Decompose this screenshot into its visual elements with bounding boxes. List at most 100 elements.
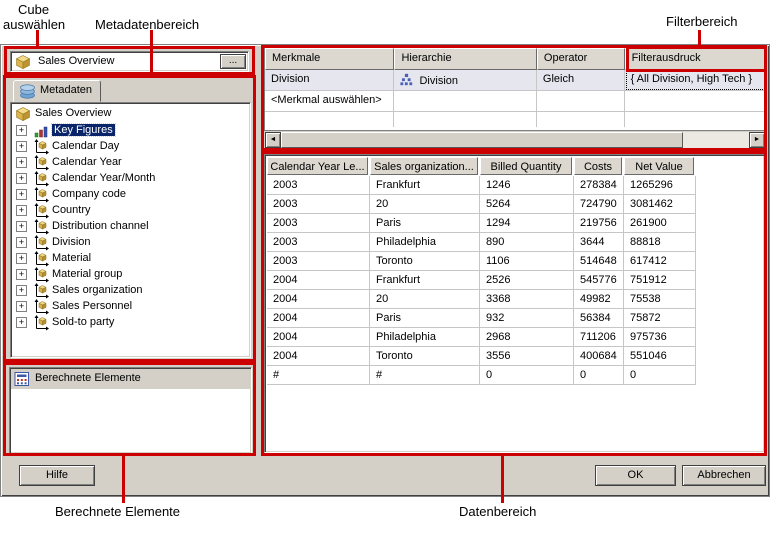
- tree-item-label: Sales Personnel: [52, 300, 132, 312]
- expand-icon[interactable]: +: [16, 269, 27, 280]
- callout-line-data: [501, 455, 504, 503]
- table-row[interactable]: ##000: [267, 366, 696, 385]
- cell: 278384: [574, 176, 624, 195]
- expand-icon[interactable]: +: [16, 189, 27, 200]
- cell: 20: [370, 195, 480, 214]
- expand-icon[interactable]: +: [16, 205, 27, 216]
- scrollbar-thumb[interactable]: [281, 132, 683, 148]
- cell: 1294: [480, 214, 574, 233]
- table-row[interactable]: 2003Toronto1106514648617412: [267, 252, 696, 271]
- data-column-net-value[interactable]: Net Value: [624, 157, 694, 175]
- expand-icon[interactable]: +: [16, 237, 27, 248]
- filter-column-operator[interactable]: Operator: [537, 48, 625, 70]
- cell: #: [370, 366, 480, 385]
- filter-row[interactable]: Division Division Gleich { All Division,…: [265, 70, 766, 91]
- cell: 20: [370, 290, 480, 309]
- tab-metadaten[interactable]: Metadaten: [13, 80, 101, 102]
- ok-button[interactable]: OK: [595, 465, 676, 486]
- table-row[interactable]: 2004Toronto3556400684551046: [267, 347, 696, 366]
- expand-icon[interactable]: +: [16, 141, 27, 152]
- data-column-calendar-year[interactable]: Calendar Year Le...: [267, 157, 368, 175]
- expand-icon[interactable]: +: [16, 157, 27, 168]
- tree-item-label: Sold-to party: [52, 316, 114, 328]
- filter-cell-hierarchie[interactable]: Division: [394, 70, 536, 91]
- filter-column-hierarchie[interactable]: Hierarchie: [394, 48, 536, 70]
- scroll-right-icon[interactable]: ►: [749, 132, 765, 148]
- cell: 400684: [574, 347, 624, 366]
- filter-header-row: Merkmale Hierarchie Operator Filterausdr…: [265, 48, 766, 70]
- cell: Toronto: [370, 347, 480, 366]
- filter-column-merkmale[interactable]: Merkmale: [265, 48, 394, 70]
- cell: 514648: [574, 252, 624, 271]
- cell: 2004: [267, 328, 370, 347]
- data-column-billed-quantity[interactable]: Billed Quantity: [480, 157, 572, 175]
- annotation-cube-line1: Cube: [18, 2, 49, 17]
- expand-icon[interactable]: +: [16, 317, 27, 328]
- cell: 0: [574, 366, 624, 385]
- callout-line-cube: [36, 30, 39, 47]
- tree-item-label: Material group: [52, 268, 122, 280]
- cell: 2526: [480, 271, 574, 290]
- browse-cube-button[interactable]: ...: [220, 54, 246, 69]
- filter-horizontal-scrollbar[interactable]: ◄ ►: [265, 132, 765, 148]
- tree-item-label: Key Figures: [52, 124, 115, 136]
- table-row[interactable]: 2004Philadelphia2968711206975736: [267, 328, 696, 347]
- expand-icon[interactable]: +: [16, 125, 27, 136]
- cell: Paris: [370, 214, 480, 233]
- cell: 2004: [267, 309, 370, 328]
- cell: 219756: [574, 214, 624, 233]
- cell: 2003: [267, 195, 370, 214]
- calculated-elements-header: Berechnete Elemente: [11, 369, 250, 389]
- cell: Philadelphia: [370, 328, 480, 347]
- annotation-datenbereich: Datenbereich: [459, 504, 536, 519]
- filter-column-filterausdruck[interactable]: Filterausdruck: [625, 48, 766, 70]
- expand-icon[interactable]: +: [16, 301, 27, 312]
- annotation-cube-line2: auswählen: [3, 17, 65, 32]
- filter-cell-filterausdruck[interactable]: { All Division, High Tech }: [625, 70, 766, 91]
- cell: #: [267, 366, 370, 385]
- table-row[interactable]: 2004Frankfurt2526545776751912: [267, 271, 696, 290]
- cell: 2004: [267, 347, 370, 366]
- table-row[interactable]: 20032052647247903081462: [267, 195, 696, 214]
- help-button[interactable]: Hilfe: [19, 465, 95, 486]
- table-row[interactable]: 2003Paris1294219756261900: [267, 214, 696, 233]
- annotation-metadatenbereich: Metadatenbereich: [95, 17, 199, 32]
- cell: 2004: [267, 271, 370, 290]
- expand-icon[interactable]: +: [16, 285, 27, 296]
- filter-row-new[interactable]: <Merkmal auswählen>: [265, 91, 766, 112]
- cube-select-value: Sales Overview: [38, 55, 114, 67]
- calculated-elements-panel: Berechnete Elemente: [9, 367, 252, 454]
- data-column-costs[interactable]: Costs: [574, 157, 622, 175]
- cell: 545776: [574, 271, 624, 290]
- cell: Toronto: [370, 252, 480, 271]
- cancel-button[interactable]: Abbrechen: [682, 465, 766, 486]
- cube-select-field[interactable]: Sales Overview ...: [10, 51, 249, 72]
- cell: 5264: [480, 195, 574, 214]
- tree-item-label: Country: [52, 204, 91, 216]
- filter-cell-filterausdruck[interactable]: [625, 91, 766, 112]
- filter-cell-operator[interactable]: Gleich: [537, 70, 625, 91]
- filter-row-empty: [265, 112, 766, 127]
- table-row[interactable]: 2003Frankfurt12462783841265296: [267, 176, 696, 195]
- scroll-left-icon[interactable]: ◄: [265, 132, 281, 148]
- filter-cell-merkmal-placeholder[interactable]: <Merkmal auswählen>: [265, 91, 394, 112]
- expand-icon[interactable]: +: [16, 173, 27, 184]
- data-column-sales-organization[interactable]: Sales organization...: [370, 157, 478, 175]
- expand-icon[interactable]: +: [16, 253, 27, 264]
- calculated-elements-list[interactable]: [11, 389, 250, 452]
- filter-cell-operator[interactable]: [537, 91, 625, 112]
- table-row[interactable]: 2003Philadelphia890364488818: [267, 233, 696, 252]
- table-row[interactable]: 2004Paris9325638475872: [267, 309, 696, 328]
- expand-icon[interactable]: +: [16, 221, 27, 232]
- table-row[interactable]: 20042033684998275538: [267, 290, 696, 309]
- cell: 551046: [624, 347, 696, 366]
- tree-item-label: Calendar Year: [52, 156, 122, 168]
- tree-item-label: Sales organization: [52, 284, 143, 296]
- cell: Frankfurt: [370, 176, 480, 195]
- cube-icon: [15, 106, 31, 125]
- cube-dialog: Sales Overview ... Metadaten Sales Overv…: [0, 44, 770, 497]
- filter-cell-merkmal[interactable]: Division: [265, 70, 394, 91]
- dimension-icon: [33, 315, 49, 334]
- cell: 3644: [574, 233, 624, 252]
- filter-cell-hierarchie[interactable]: [394, 91, 536, 112]
